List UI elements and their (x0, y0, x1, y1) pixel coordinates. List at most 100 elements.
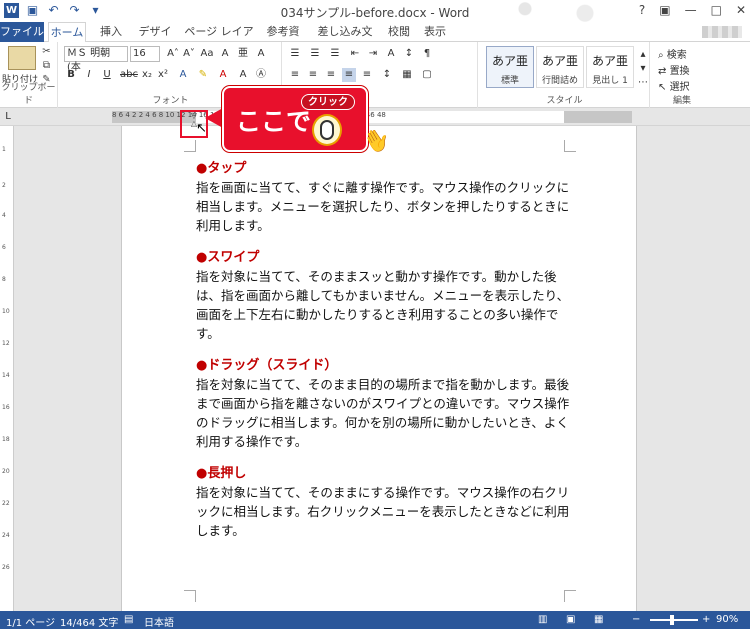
vruler-number: 6 (2, 244, 6, 251)
language[interactable]: 日本語 (144, 614, 174, 629)
zoom-level[interactable]: 90% (716, 614, 738, 625)
close-button[interactable]: ✕ (736, 3, 746, 17)
copy-icon[interactable]: ⧉ (40, 60, 53, 72)
paste-icon[interactable] (8, 46, 36, 70)
line-spacing-icon[interactable]: ↕ (380, 68, 394, 82)
distributed-icon[interactable]: ≡ (360, 68, 374, 82)
font-name-combo[interactable]: ＭＳ 明朝 (本 (64, 46, 128, 73)
bold-icon[interactable]: B (64, 68, 78, 82)
superscript-icon[interactable]: x² (156, 68, 170, 82)
tab-review[interactable]: 校閲 (386, 22, 412, 42)
margin-corner (184, 140, 196, 152)
bullets-icon[interactable]: ☰ (288, 47, 302, 61)
tab-home[interactable]: ホーム (48, 22, 86, 43)
find-label: 検索 (666, 50, 687, 61)
proofing-icon[interactable]: ▤ (124, 614, 133, 625)
styles-scroll-down-icon[interactable]: ▾ (636, 62, 650, 76)
section-body: 指を画面に当てて、すぐに離す操作です。マウス操作のクリックに相当します。メニュー… (196, 180, 570, 233)
zoom-in-icon[interactable]: + (702, 614, 710, 625)
vruler-number: 20 (2, 468, 10, 475)
char-shading-icon[interactable]: A (236, 68, 250, 82)
cut-icon[interactable]: ✂ (40, 46, 53, 58)
tab-page-layout[interactable]: ページ レイアウト (182, 22, 256, 58)
callout-text: ここで (236, 107, 312, 136)
maximize-button[interactable]: □ (711, 3, 722, 17)
show-marks-icon[interactable]: ¶ (420, 47, 434, 61)
numbering-icon[interactable]: ☰ (308, 47, 322, 61)
section-heading: ●ドラッグ（スライド） (196, 358, 338, 373)
subscript-icon[interactable]: x₂ (140, 68, 154, 82)
font-color-icon[interactable]: A (216, 68, 230, 82)
section-body: 指を対象に当てて、そのままスッと動かす操作です。動かした後は、指を画面から離して… (196, 269, 570, 341)
align-right-icon[interactable]: ≡ (324, 68, 338, 82)
ribbon-tabs: ファイル ホーム 挿入 デザイン ページ レイアウト 参考資料 差し込み文書 校… (0, 22, 750, 58)
style-sample: あア亜 (491, 54, 528, 68)
font-size-combo[interactable]: 16 (130, 46, 160, 62)
tab-insert[interactable]: 挿入 (96, 22, 126, 42)
replace-button[interactable]: ⇄ 置換 (658, 62, 690, 77)
tab-selector-icon[interactable]: L (1, 110, 15, 124)
enclose-char-icon[interactable]: A (254, 47, 268, 61)
horizontal-ruler-row: L 8 6 4 2 2 4 6 8 10 12 14 16 18 20 22 2… (0, 108, 750, 126)
clear-format-icon[interactable]: A (218, 47, 232, 61)
styles-more-icon[interactable]: ⋯ (636, 76, 650, 90)
tab-view[interactable]: 表示 (422, 22, 448, 42)
styles-scroll-up-icon[interactable]: ▴ (636, 48, 650, 62)
print-layout-icon[interactable]: ▣ (566, 614, 575, 625)
document-content[interactable]: ●タップ 指を画面に当てて、すぐに離す操作です。マウス操作のクリックに相当します… (196, 160, 576, 554)
web-layout-icon[interactable]: ▦ (594, 614, 603, 625)
strikethrough-icon[interactable]: abc (120, 68, 138, 82)
callout-arrow (205, 108, 223, 128)
borders-icon[interactable]: ▢ (420, 68, 434, 82)
document-page[interactable]: ●タップ 指を画面に当てて、すぐに離す操作です。マウス操作のクリックに相当します… (121, 126, 637, 611)
change-case-icon[interactable]: Aa (200, 47, 214, 61)
style-no-spacing[interactable]: あア亜 行間詰め (536, 46, 584, 88)
vruler-number: 24 (2, 532, 10, 539)
sort-icon[interactable]: ↕ (402, 47, 416, 61)
align-left-icon[interactable]: ≡ (288, 68, 302, 82)
phonetic-guide-icon[interactable]: 亜 (236, 47, 250, 61)
click-badge: クリック (301, 94, 355, 110)
tab-mailings[interactable]: 差し込み文書 (314, 22, 376, 58)
italic-icon[interactable]: I (82, 68, 96, 82)
read-mode-icon[interactable]: ▥ (538, 614, 547, 625)
style-heading-1[interactable]: あア亜 見出し 1 (586, 46, 634, 88)
underline-icon[interactable]: U (100, 68, 114, 82)
zoom-slider[interactable] (650, 619, 698, 621)
asian-layout-icon[interactable]: A (384, 47, 398, 61)
tab-references[interactable]: 参考資料 (262, 22, 304, 58)
find-button[interactable]: ⌕ 検索 (658, 46, 687, 61)
zoom-out-icon[interactable]: − (632, 614, 640, 625)
user-account[interactable] (702, 26, 742, 38)
clipboard-group: 貼り付け ✂ ⧉ ✎ クリップボード (0, 42, 58, 108)
zoom-slider-thumb[interactable] (670, 615, 674, 625)
justify-icon[interactable]: ≡ (342, 68, 356, 82)
ribbon-display-button[interactable]: ▣ (659, 3, 670, 17)
vruler-number: 22 (2, 500, 10, 507)
text-effects-icon[interactable]: A (176, 68, 190, 82)
tab-design[interactable]: デザイン (134, 22, 176, 58)
multilevel-list-icon[interactable]: ☰ (328, 47, 342, 61)
style-name: 見出し 1 (592, 76, 628, 86)
section-tap: ●タップ 指を画面に当てて、すぐに離す操作です。マウス操作のクリックに相当します… (196, 160, 576, 235)
increase-indent-icon[interactable]: ⇥ (366, 47, 380, 61)
vruler-number: 14 (2, 372, 10, 379)
shrink-font-icon[interactable]: A˅ (182, 47, 196, 61)
vruler-number: 10 (2, 308, 10, 315)
section-long-press: ●長押し 指を対象に当てて、そのままにする操作です。マウス操作の右クリックに相当… (196, 465, 576, 540)
align-center-icon[interactable]: ≡ (306, 68, 320, 82)
vruler-number: 1 (2, 146, 6, 153)
char-border-icon[interactable]: Ⓐ (254, 68, 268, 82)
highlight-icon[interactable]: ✎ (196, 68, 210, 82)
help-button[interactable]: ? (639, 3, 645, 17)
word-count[interactable]: 14/464 文字 (60, 614, 118, 629)
select-button[interactable]: ↖ 選択 (658, 78, 690, 93)
style-normal[interactable]: あア亜 標準 (486, 46, 534, 88)
grow-font-icon[interactable]: A˄ (166, 47, 180, 61)
page-count[interactable]: 1/1 ページ (6, 614, 55, 629)
minimize-button[interactable]: — (685, 3, 697, 17)
decrease-indent-icon[interactable]: ⇤ (348, 47, 362, 61)
shading-icon[interactable]: ▦ (400, 68, 414, 82)
tab-file[interactable]: ファイル (0, 22, 44, 42)
section-heading: ●スワイプ (196, 250, 260, 265)
